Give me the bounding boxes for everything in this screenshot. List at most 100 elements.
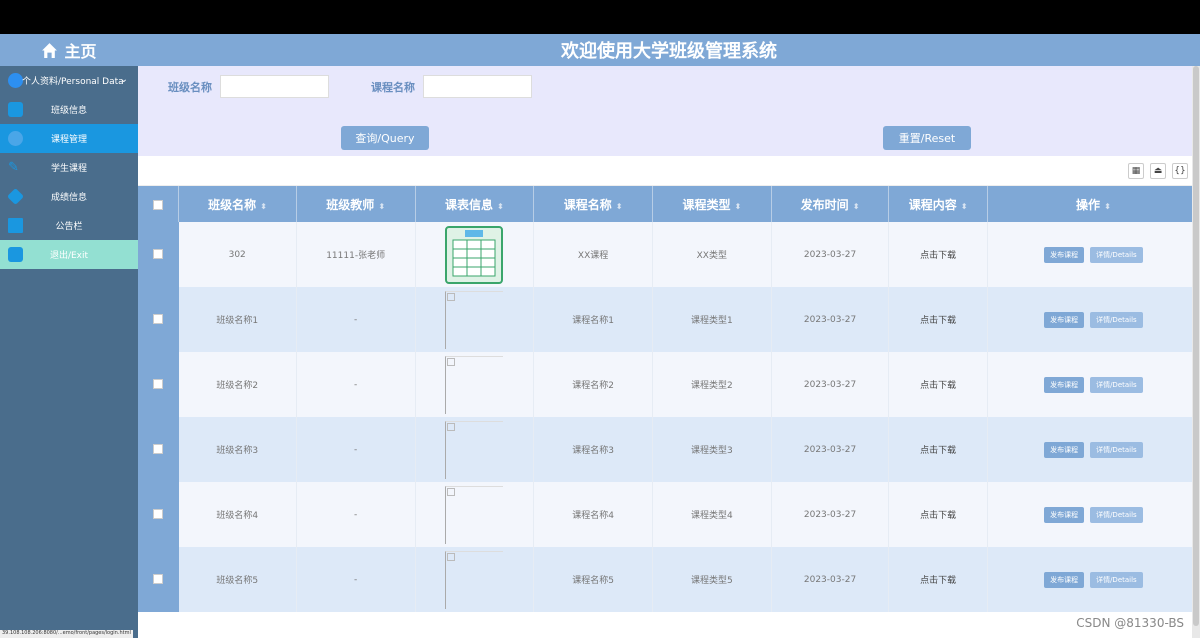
course-table: 班级名称 ⬍ 班级教师 ⬍ 课表信息 ⬍ 课程名称 ⬍ 课程类型 ⬍ 发布时间 ⬍ 课程内容… xyxy=(138,186,1200,612)
sort-icon[interactable]: ⬍ xyxy=(961,202,968,211)
class-name-cell: 班级名称4 xyxy=(178,482,297,547)
sort-icon[interactable]: ⬍ xyxy=(260,202,267,211)
column-header[interactable]: 班级教师 ⬍ xyxy=(296,186,416,222)
publish-course-button[interactable]: 发布课程 xyxy=(1044,441,1085,458)
scrollbar-thumb[interactable] xyxy=(1193,66,1199,626)
column-header[interactable]: 班级名称 ⬍ xyxy=(178,186,297,222)
column-header[interactable]: 课程名称 ⬍ xyxy=(533,186,653,222)
publish-date-cell: 2023-03-27 xyxy=(771,547,890,612)
course-name-input[interactable] xyxy=(423,75,532,98)
row-checkbox[interactable] xyxy=(153,444,164,455)
details-button[interactable]: 详情/Details xyxy=(1090,441,1143,458)
column-header[interactable]: 课程类型 ⬍ xyxy=(652,186,772,222)
actions-cell: 发布课程 详情/Details xyxy=(987,417,1200,482)
class-name-input[interactable] xyxy=(220,75,329,98)
class-name-cell: 302 xyxy=(178,222,297,287)
course-name-cell: 课程名称5 xyxy=(533,547,653,612)
schedule-thumbnail[interactable] xyxy=(445,355,504,414)
schedule-thumbnail[interactable] xyxy=(445,485,504,544)
row-checkbox[interactable] xyxy=(153,574,164,585)
select-all-checkbox[interactable] xyxy=(153,199,164,210)
schedule-thumbnail[interactable] xyxy=(445,550,504,609)
table-row[interactable]: 班级名称5- 课程名称5 课程类型5 2023-03-27 点击下载 发布课程 详情/Det… xyxy=(138,547,1200,612)
course-name-cell: 课程名称1 xyxy=(533,287,653,352)
download-link[interactable]: 点击下载 xyxy=(888,547,988,612)
download-link[interactable]: 点击下载 xyxy=(888,222,988,287)
print-icon[interactable]: ▦ xyxy=(1128,163,1144,179)
row-select-cell[interactable] xyxy=(138,417,179,482)
row-select-cell[interactable] xyxy=(138,352,179,417)
table-row[interactable]: 班级名称1- 课程名称1 课程类型1 2023-03-27 点击下载 发布课程 详情/Det… xyxy=(138,287,1200,352)
column-header[interactable]: 课程内容 ⬍ xyxy=(888,186,988,222)
teacher-cell: - xyxy=(296,417,416,482)
sidebar-item-course-management[interactable]: 课程管理 xyxy=(0,124,138,153)
details-button[interactable]: 详情/Details xyxy=(1090,311,1143,328)
sidebar-home[interactable]: 主页 xyxy=(0,34,138,66)
export-icon[interactable]: ⏏ xyxy=(1150,163,1166,179)
sidebar-item-exit[interactable]: 退出/Exit xyxy=(0,240,138,269)
row-select-cell[interactable] xyxy=(138,287,179,352)
schedule-thumbnail[interactable] xyxy=(445,225,504,284)
class-name-cell: 班级名称3 xyxy=(178,417,297,482)
details-button[interactable]: 详情/Details xyxy=(1090,376,1143,393)
sort-icon[interactable]: ⬍ xyxy=(616,202,623,211)
row-checkbox[interactable] xyxy=(153,509,164,520)
table-row[interactable]: 班级名称2- 课程名称2 课程类型2 2023-03-27 点击下载 发布课程 详情/Det… xyxy=(138,352,1200,417)
download-link[interactable]: 点击下载 xyxy=(888,287,988,352)
download-link[interactable]: 点击下载 xyxy=(888,352,988,417)
sidebar-item-profile[interactable]: 个人资料/Personal Data ⌄ xyxy=(0,66,138,95)
row-select-cell[interactable] xyxy=(138,222,179,287)
schedule-cell xyxy=(415,287,535,352)
column-header[interactable]: 发布时间 ⬍ xyxy=(771,186,890,222)
home-icon xyxy=(42,42,58,58)
row-select-cell[interactable] xyxy=(138,482,179,547)
select-all-header[interactable] xyxy=(138,186,180,222)
sort-icon[interactable]: ⬍ xyxy=(1104,202,1111,211)
schedule-thumbnail[interactable] xyxy=(445,290,504,349)
row-checkbox[interactable] xyxy=(153,314,164,325)
column-header[interactable]: 操作 ⬍ xyxy=(987,186,1200,222)
table-header-row: 班级名称 ⬍ 班级教师 ⬍ 课表信息 ⬍ 课程名称 ⬍ 课程类型 ⬍ 发布时间 ⬍ 课程内容… xyxy=(138,186,1200,222)
publish-course-button[interactable]: 发布课程 xyxy=(1044,376,1085,393)
sidebar-item-class-info[interactable]: 班级信息 xyxy=(0,95,138,124)
table-row[interactable]: 302 11111-张老师 XX课程 XX类型 2023-03-27 点击下载 发布课程 详情… xyxy=(138,222,1200,287)
download-link[interactable]: 点击下载 xyxy=(888,482,988,547)
columns-icon[interactable]: {} xyxy=(1172,163,1188,179)
sort-icon[interactable]: ⬍ xyxy=(497,202,504,211)
vertical-scrollbar[interactable] xyxy=(1192,66,1200,638)
query-button[interactable]: 查询/Query xyxy=(341,126,429,150)
course-name-cell: 课程名称3 xyxy=(533,417,653,482)
row-select-cell[interactable] xyxy=(138,547,179,612)
sidebar-item-label: 学生课程 xyxy=(50,164,87,174)
sort-icon[interactable]: ⬍ xyxy=(378,202,385,211)
details-button[interactable]: 详情/Details xyxy=(1090,246,1143,263)
publish-course-button[interactable]: 发布课程 xyxy=(1044,311,1085,328)
details-button[interactable]: 详情/Details xyxy=(1090,506,1143,523)
sidebar-item-student-courses[interactable]: ✎ 学生课程 xyxy=(0,153,138,182)
reset-button[interactable]: 重置/Reset xyxy=(883,126,971,150)
sort-icon[interactable]: ⬍ xyxy=(734,202,741,211)
row-checkbox[interactable] xyxy=(153,379,164,390)
actions-cell: 发布课程 详情/Details xyxy=(987,352,1200,417)
class-name-cell: 班级名称1 xyxy=(178,287,297,352)
publish-course-button[interactable]: 发布课程 xyxy=(1044,506,1085,523)
chevron-down-icon: ⌄ xyxy=(119,74,128,85)
details-button[interactable]: 详情/Details xyxy=(1090,571,1143,588)
actions-cell: 发布课程 详情/Details xyxy=(987,287,1200,352)
page-title: 欢迎使用大学班级管理系统 xyxy=(138,34,1200,66)
sidebar-item-label: 课程管理 xyxy=(50,135,87,145)
row-checkbox[interactable] xyxy=(153,249,164,260)
download-link[interactable]: 点击下载 xyxy=(888,417,988,482)
browser-top-bar xyxy=(0,0,1200,34)
column-header[interactable]: 课表信息 ⬍ xyxy=(415,186,535,222)
course-type-cell: 课程类型1 xyxy=(652,287,772,352)
table-row[interactable]: 班级名称3- 课程名称3 课程类型3 2023-03-27 点击下载 发布课程 详情/Det… xyxy=(138,417,1200,482)
sidebar-item-grades[interactable]: 成绩信息 xyxy=(0,182,138,211)
sidebar-item-notice-board[interactable]: 公告栏 xyxy=(0,211,138,240)
publish-date-cell: 2023-03-27 xyxy=(771,482,890,547)
table-row[interactable]: 班级名称4- 课程名称4 课程类型4 2023-03-27 点击下载 发布课程 详情/Det… xyxy=(138,482,1200,547)
sort-icon[interactable]: ⬍ xyxy=(853,202,860,211)
schedule-thumbnail[interactable] xyxy=(445,420,504,479)
publish-course-button[interactable]: 发布课程 xyxy=(1044,571,1085,588)
publish-course-button[interactable]: 发布课程 xyxy=(1044,246,1085,263)
